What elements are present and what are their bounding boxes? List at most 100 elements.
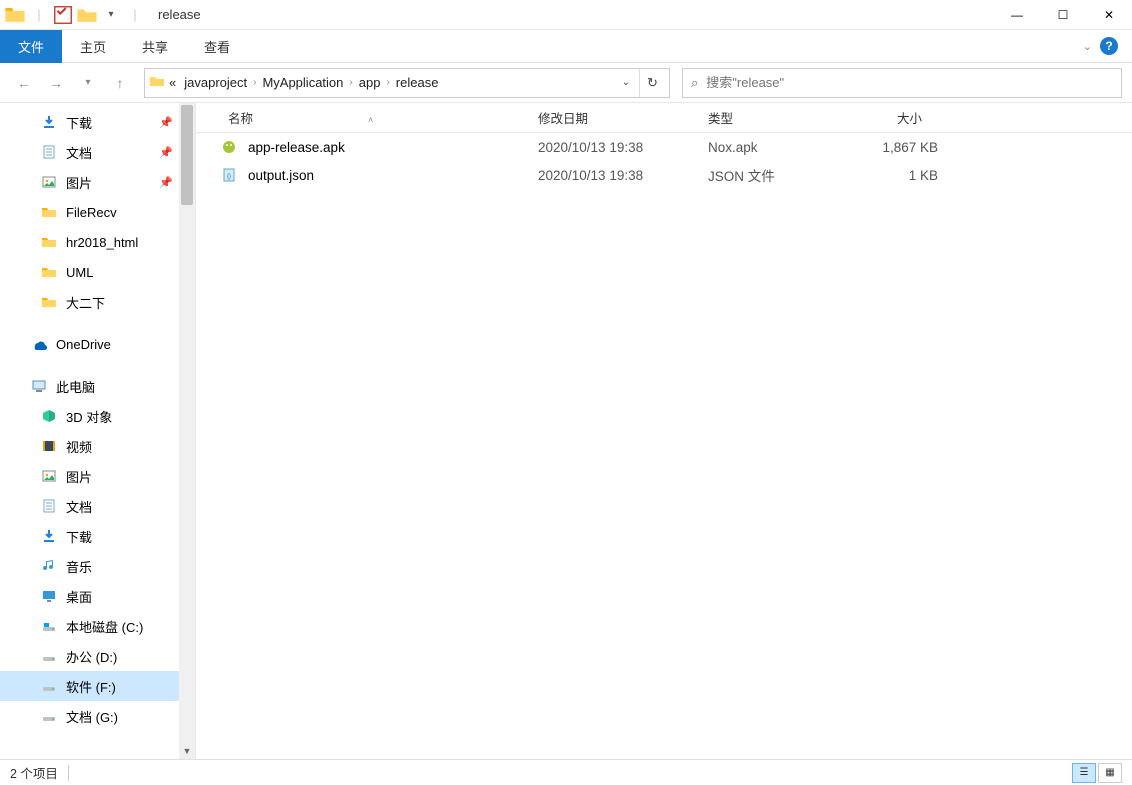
file-size: 1 KB: [848, 168, 938, 183]
sidebar-scrollbar[interactable]: ▲ ▼: [179, 103, 195, 759]
sidebar-item-label: FileRecv: [66, 205, 117, 220]
address-dropdown-icon[interactable]: ⌄: [613, 69, 639, 97]
tab-file[interactable]: 文件: [0, 30, 62, 63]
recent-dropdown-icon[interactable]: ▾: [74, 69, 102, 97]
pin-icon: 📌: [159, 176, 173, 189]
sidebar-quick-item[interactable]: FileRecv: [0, 197, 195, 227]
maximize-button[interactable]: ☐: [1040, 0, 1086, 30]
file-name: output.json: [248, 168, 538, 183]
sidebar-onedrive[interactable]: OneDrive: [0, 329, 195, 359]
close-button[interactable]: ✕: [1086, 0, 1132, 30]
music-icon: [40, 557, 58, 575]
sidebar-item-label: 桌面: [66, 587, 92, 606]
ribbon-collapse-icon[interactable]: ⌄: [1083, 40, 1092, 53]
refresh-icon[interactable]: ↻: [639, 69, 665, 97]
sidebar-pc-item[interactable]: 视频: [0, 431, 195, 461]
address-ellipsis[interactable]: «: [165, 75, 180, 90]
file-row[interactable]: app-release.apk2020/10/13 19:38Nox.apk1,…: [196, 133, 1132, 161]
sidebar-item-label: 下载: [66, 113, 92, 132]
sidebar-pc-item[interactable]: 文档 (G:): [0, 701, 195, 731]
window-title: release: [150, 7, 201, 22]
tab-view[interactable]: 查看: [186, 30, 248, 63]
file-size: 1,867 KB: [848, 140, 938, 155]
sidebar-item-label: 下载: [66, 527, 92, 546]
search-input[interactable]: [706, 75, 1113, 90]
col-size[interactable]: 大小: [840, 108, 930, 127]
pic-icon: [40, 173, 58, 191]
tab-home[interactable]: 主页: [62, 30, 124, 63]
sidebar-quick-item[interactable]: 图片📌: [0, 167, 195, 197]
sidebar-item-label: 本地磁盘 (C:): [66, 617, 143, 636]
drive-icon: [40, 647, 58, 665]
sidebar-pc-item[interactable]: 办公 (D:): [0, 641, 195, 671]
address-bar[interactable]: « javaproject › MyApplication › app › re…: [144, 68, 670, 98]
status-separator: [68, 765, 69, 781]
sidebar-quick-item[interactable]: hr2018_html: [0, 227, 195, 257]
sidebar-quick-item[interactable]: UML: [0, 257, 195, 287]
folder-icon: [4, 4, 26, 26]
sidebar-pc-item[interactable]: 本地磁盘 (C:): [0, 611, 195, 641]
onedrive-icon: [30, 335, 48, 353]
drive-icon: [40, 707, 58, 725]
search-box[interactable]: ⌕: [682, 68, 1122, 98]
sidebar-pc-item[interactable]: 文档: [0, 491, 195, 521]
nav-row: ← → ▾ ↑ « javaproject › MyApplication › …: [0, 63, 1132, 103]
chevron-right-icon[interactable]: ›: [347, 77, 354, 88]
folder-icon-small[interactable]: [76, 4, 98, 26]
back-button[interactable]: ←: [10, 69, 38, 97]
pin-icon: 📌: [159, 116, 173, 129]
folder-icon: [40, 203, 58, 221]
view-switcher: ☰ ▦: [1072, 763, 1122, 783]
qat-dropdown-icon[interactable]: ▾: [100, 4, 122, 26]
sidebar-pc-item[interactable]: 桌面: [0, 581, 195, 611]
file-name: app-release.apk: [248, 140, 538, 155]
sidebar-quick-item[interactable]: 文档 📌: [0, 137, 195, 167]
pin-icon: 📌: [159, 146, 173, 159]
crumb-3[interactable]: release: [392, 75, 443, 90]
sidebar-pc-item[interactable]: 下载: [0, 521, 195, 551]
sidebar-item-label: 软件 (F:): [66, 677, 116, 696]
sidebar-pc-item[interactable]: 音乐: [0, 551, 195, 581]
sidebar-this-pc[interactable]: 此电脑: [0, 371, 195, 401]
qat-divider: |: [124, 4, 146, 26]
doc-icon: [40, 497, 58, 515]
scroll-thumb[interactable]: [181, 105, 193, 205]
sidebar-quick-item[interactable]: 大二下: [0, 287, 195, 317]
sidebar-pc-item[interactable]: 3D 对象: [0, 401, 195, 431]
minimize-button[interactable]: —: [994, 0, 1040, 30]
icons-view-icon[interactable]: ▦: [1098, 763, 1122, 783]
sidebar-quick-item[interactable]: 下载 📌: [0, 107, 195, 137]
up-button[interactable]: ↑: [106, 69, 134, 97]
sidebar-item-label: UML: [66, 265, 93, 280]
col-type[interactable]: 类型: [700, 108, 840, 127]
chevron-right-icon[interactable]: ›: [384, 77, 391, 88]
col-name[interactable]: 名称˄: [220, 108, 530, 127]
forward-button[interactable]: →: [42, 69, 70, 97]
item-count: 2 个项目: [10, 763, 58, 782]
crumb-2[interactable]: app: [355, 75, 385, 90]
help-icon[interactable]: ?: [1100, 37, 1118, 55]
sidebar-pc-item[interactable]: 软件 (F:): [0, 671, 195, 701]
sidebar-item-label: 文档: [66, 497, 92, 516]
folder-icon: [40, 263, 58, 281]
svg-text:{}: {}: [227, 174, 231, 180]
properties-icon[interactable]: [52, 4, 74, 26]
details-view-icon[interactable]: ☰: [1072, 763, 1096, 783]
col-date[interactable]: 修改日期: [530, 108, 700, 127]
crumb-0[interactable]: javaproject: [180, 75, 251, 90]
sidebar-item-label: 文档 (G:): [66, 707, 118, 726]
pic-icon: [40, 467, 58, 485]
sidebar-pc-item[interactable]: 图片: [0, 461, 195, 491]
folder-icon: [40, 293, 58, 311]
folder-icon: [40, 233, 58, 251]
sidebar-item-label: 此电脑: [56, 377, 95, 396]
sidebar-item-label: 音乐: [66, 557, 92, 576]
title-bar: | ▾ | release — ☐ ✕: [0, 0, 1132, 30]
file-row[interactable]: {}output.json2020/10/13 19:38JSON 文件1 KB: [196, 161, 1132, 189]
sidebar-item-label: 文档: [66, 143, 92, 162]
file-list: 名称˄ 修改日期 类型 大小 app-release.apk2020/10/13…: [196, 103, 1132, 759]
chevron-right-icon[interactable]: ›: [251, 77, 258, 88]
tab-share[interactable]: 共享: [124, 30, 186, 63]
crumb-1[interactable]: MyApplication: [258, 75, 347, 90]
scroll-down-icon[interactable]: ▼: [179, 743, 195, 759]
